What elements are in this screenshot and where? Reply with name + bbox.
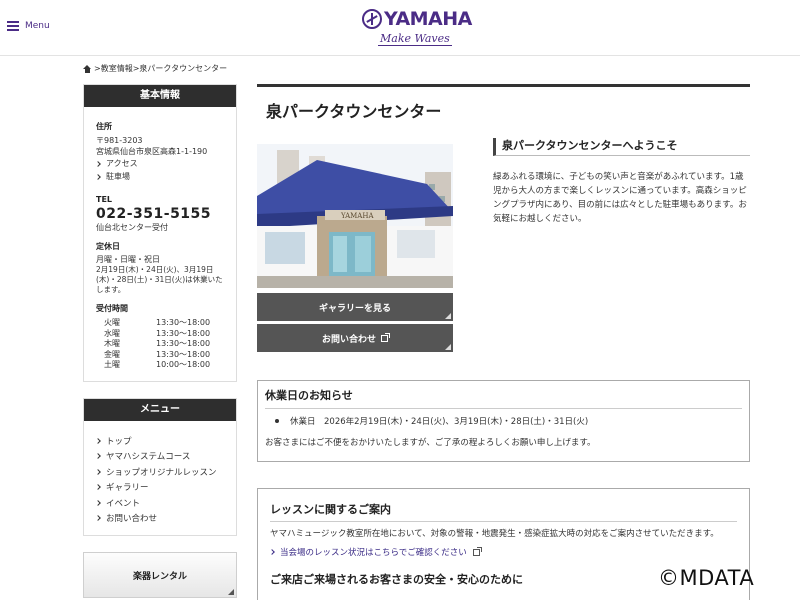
- parking-link[interactable]: 駐車場: [95, 170, 224, 183]
- external-link-icon: [381, 332, 390, 342]
- address-text: 宮城県仙台市泉区高森1-1-190: [96, 147, 208, 156]
- hours-time: 13:30～18:00: [156, 349, 211, 359]
- chevron-right-icon: [95, 160, 101, 167]
- chevron-right-icon: [95, 453, 101, 460]
- center-photo: YAMAHA: [257, 144, 453, 288]
- logo-tagline: Make Waves: [378, 32, 452, 46]
- photo-sign-text: YAMAHA: [340, 212, 374, 220]
- access-link[interactable]: アクセス: [95, 157, 224, 170]
- menu-heading: メニュー: [84, 399, 236, 421]
- menu-item-label: ショップオリジナルレッスン: [106, 467, 217, 478]
- hours-day: 木曜: [104, 339, 120, 348]
- hours-day: 水曜: [104, 328, 120, 338]
- hours-time: 10:00～18:00: [156, 360, 211, 369]
- watermark: ©MDATA: [658, 566, 755, 590]
- instrument-rental-label: 楽器レンタル: [132, 571, 187, 582]
- instrument-rental-button[interactable]: 楽器レンタル: [83, 552, 237, 598]
- yamaha-logo[interactable]: YAMAHA Make Waves: [362, 8, 472, 50]
- menu-item-contact[interactable]: お問い合わせ: [95, 511, 224, 527]
- closed-days-label: 定休日: [96, 242, 120, 251]
- corner-arrow-icon: [228, 589, 234, 595]
- lesson-status-link-label: 当会場のレッスン状況はこちらでご確認ください: [280, 548, 467, 558]
- menu-item-label: トップ: [106, 436, 132, 447]
- basic-info-panel: 基本情報 住所 〒981-3203 宮城県仙台市泉区高森1-1-190 アクセス…: [83, 84, 237, 382]
- holiday-notice-item: 休業日 2026年2月19日(木)・24日(火)、3月19日(木)・28日(土)…: [265, 415, 742, 427]
- lesson-info-text: ヤマハミュージック教室所在地において、対象の警報・地震発生・感染症拡大時の対応を…: [270, 529, 719, 539]
- chevron-right-icon: [269, 549, 275, 555]
- contact-button[interactable]: お問い合わせ: [257, 324, 453, 352]
- hours-time: 13:30～18:00: [156, 339, 211, 348]
- menu-panel: メニュー トップ ヤマハシステムコース ショップオリジナルレッスン ギャラリー …: [83, 398, 237, 536]
- postal-code: 〒981-3203: [96, 136, 143, 145]
- breadcrumb-separator: >: [94, 64, 101, 73]
- access-link-label: アクセス: [106, 159, 138, 168]
- hours-day: 土曜: [104, 360, 120, 369]
- gallery-button[interactable]: ギャラリーを見る: [257, 293, 453, 321]
- breadcrumb-separator: >: [132, 64, 140, 73]
- contact-button-label: お問い合わせ: [321, 334, 376, 345]
- tel-note: 仙台北センター受付: [96, 223, 168, 232]
- tel-label: TEL: [96, 195, 113, 204]
- home-icon[interactable]: [83, 64, 92, 73]
- menu-item-system-course[interactable]: ヤマハシステムコース: [95, 449, 224, 465]
- breadcrumb: > 教室情報 > 泉パークタウンセンター: [83, 63, 227, 74]
- holiday-notice-box: 休業日のお知らせ 休業日 2026年2月19日(木)・24日(火)、3月19日(…: [257, 380, 750, 462]
- breadcrumb-current: 泉パークタウンセンター: [139, 64, 228, 73]
- chevron-right-icon: [95, 437, 101, 444]
- bullet-icon: [275, 419, 279, 423]
- corner-arrow-icon: [445, 313, 451, 319]
- menu-item-top[interactable]: トップ: [95, 433, 224, 449]
- parking-link-label: 駐車場: [106, 172, 130, 181]
- chevron-right-icon: [95, 499, 101, 506]
- page-title: 泉パークタウンセンター: [266, 102, 442, 121]
- breadcrumb-classroom-info[interactable]: 教室情報: [101, 63, 133, 74]
- hours-time: 13:30～18:00: [156, 328, 211, 338]
- address-label: 住所: [96, 122, 112, 131]
- title-rule: [257, 84, 750, 87]
- gallery-button-label: ギャラリーを見る: [318, 303, 391, 314]
- hamburger-icon: [7, 21, 19, 31]
- hours-table: 火曜 13:30～18:00 水曜 13:30～18:00 木曜 13:30～18:0…: [96, 318, 224, 371]
- menu-item-event[interactable]: イベント: [95, 495, 224, 511]
- menu-item-label: お問い合わせ: [106, 514, 158, 525]
- menu-item-label: イベント: [106, 498, 141, 509]
- menu-item-label: ヤマハシステムコース: [106, 452, 191, 463]
- lesson-info-heading: レッスンに関するご案内: [270, 503, 391, 516]
- hours-day: 火曜: [104, 318, 120, 327]
- basic-info-heading: 基本情報: [84, 85, 236, 107]
- chevron-right-icon: [95, 173, 101, 180]
- corner-arrow-icon: [445, 344, 451, 350]
- external-link-icon: [472, 546, 482, 556]
- tuning-fork-icon: [362, 9, 382, 29]
- tel-number[interactable]: 022-351-5155: [96, 206, 224, 222]
- chevron-right-icon: [95, 468, 101, 475]
- closed-days-note: 2月19日(木)・24日(火)、3月19日(木)・28日(土)・31日(火)は休…: [96, 265, 223, 294]
- lesson-status-link[interactable]: 当会場のレッスン状況はこちらでご確認ください: [269, 546, 737, 558]
- menu-label: Menu: [25, 21, 50, 31]
- menu-button[interactable]: Menu: [7, 21, 50, 31]
- menu-item-gallery[interactable]: ギャラリー: [95, 480, 224, 496]
- site-header: Menu YAMAHA Make Waves: [0, 0, 800, 56]
- closed-days: 月曜・日曜・祝日: [96, 255, 160, 264]
- holiday-notice-text: お客さまにはご不便をおかけいたしますが、ご了承の程よろしくお願い申し上げます。: [265, 438, 596, 448]
- logo-text: YAMAHA: [384, 8, 472, 30]
- menu-item-label: ギャラリー: [106, 483, 149, 494]
- hours-time: 13:30～18:00: [156, 318, 211, 327]
- holiday-notice-dates: 休業日 2026年2月19日(木)・24日(火)、3月19日(木)・28日(土)…: [290, 417, 589, 427]
- welcome-heading: 泉パークタウンセンターへようこそ: [493, 138, 750, 156]
- hours-label: 受付時間: [96, 304, 128, 313]
- chevron-right-icon: [95, 484, 101, 491]
- hours-day: 金曜: [104, 349, 120, 359]
- menu-item-original-lesson[interactable]: ショップオリジナルレッスン: [95, 464, 224, 480]
- chevron-right-icon: [95, 515, 101, 522]
- holiday-notice-heading: 休業日のお知らせ: [265, 389, 353, 402]
- welcome-text: 緑あふれる環境に、子どもの笑い声と音楽があふれています。1歳児から大人の方まで楽…: [493, 172, 747, 224]
